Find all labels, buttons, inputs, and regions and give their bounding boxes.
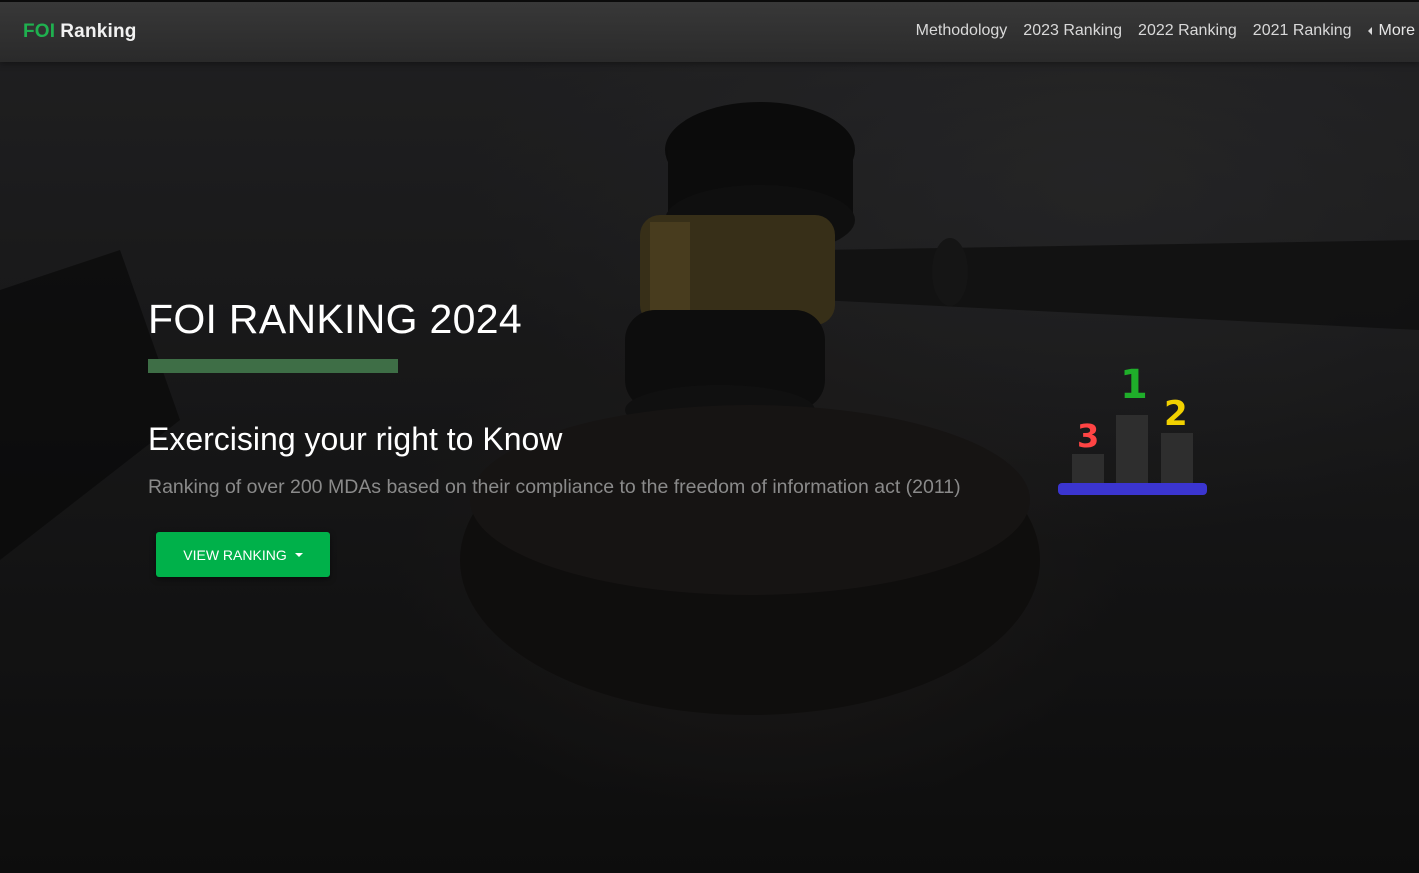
caret-left-icon [1367, 27, 1372, 35]
nav-more-dropdown[interactable]: More [1367, 22, 1415, 40]
nav-link-methodology[interactable]: Methodology [916, 22, 1008, 40]
podium-first-number: 1 [1120, 362, 1148, 408]
podium-third-block [1072, 454, 1104, 484]
brand-suffix: Ranking [60, 21, 137, 42]
hero-description: Ranking of over 200 MDAs based on their … [148, 476, 961, 498]
nav-links: Methodology 2023 Ranking 2022 Ranking 20… [916, 22, 1415, 40]
view-ranking-button[interactable]: VIEW RANKING [156, 532, 330, 577]
podium-first-block [1116, 415, 1148, 484]
title-underline [148, 359, 398, 373]
hero-page: FOI Ranking Methodology 2023 Ranking 2022… [0, 0, 1419, 873]
top-navbar: FOI Ranking Methodology 2023 Ranking 2022… [0, 0, 1419, 62]
nav-more-label: More [1378, 22, 1415, 39]
page-title: FOI RANKING 2024 [148, 296, 522, 342]
podium-base [1058, 483, 1207, 495]
view-ranking-label: VIEW RANKING [183, 546, 287, 563]
nav-link-2022-ranking[interactable]: 2022 Ranking [1138, 22, 1237, 40]
caret-down-icon [294, 552, 303, 557]
nav-link-2023-ranking[interactable]: 2023 Ranking [1023, 22, 1122, 40]
podium-third-number: 3 [1077, 417, 1100, 455]
podium-illustration: 3 1 2 [1056, 360, 1210, 500]
podium-second-number: 2 [1164, 394, 1188, 434]
podium-second-block [1161, 433, 1193, 484]
brand-prefix: FOI [23, 21, 56, 42]
nav-link-2021-ranking[interactable]: 2021 Ranking [1253, 22, 1352, 40]
brand-logo[interactable]: FOI Ranking [23, 21, 137, 43]
hero-subtitle: Exercising your right to Know [148, 421, 563, 457]
